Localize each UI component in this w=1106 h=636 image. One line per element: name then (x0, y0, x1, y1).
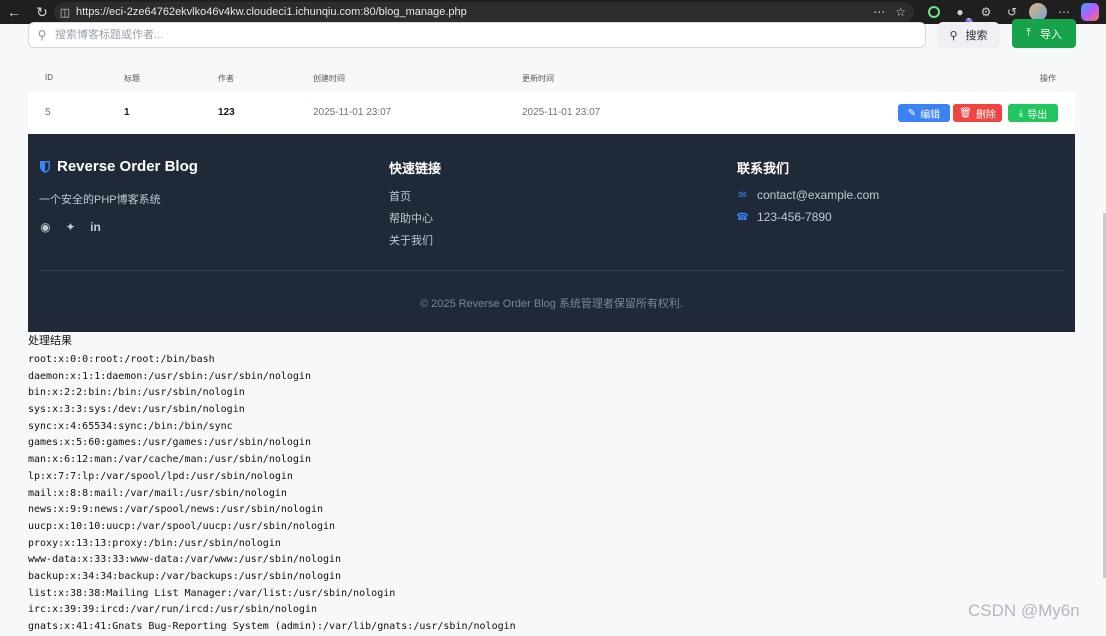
search-button-label: 搜索 (965, 30, 988, 42)
table-header: ID 标题 作者 创建时间 更新时间 操作 (28, 64, 1075, 92)
linkedin-icon[interactable]: in (89, 220, 102, 234)
contact-phone[interactable]: ☎ 123-456-7890 (736, 210, 832, 224)
delete-button[interactable]: 🗑 删除 (953, 104, 1002, 122)
result-line: proxy:x:13:13:proxy:/bin:/usr/sbin/nolog… (28, 537, 281, 549)
watermark: CSDN @My6n (968, 601, 1080, 620)
table-row: 5 1 123 2025-11-01 23:07 2025-11-01 23:0… (28, 92, 1075, 134)
trash-icon: 🗑 (959, 107, 972, 119)
result-line: news:x:9:9:news:/var/spool/news:/usr/sbi… (28, 504, 324, 516)
export-button[interactable]: ⤓ 导出 (1008, 104, 1058, 122)
upload-icon: ⤒ (1026, 27, 1031, 39)
result-line: backup:x:34:34:backup:/var/backups:/usr/… (28, 570, 342, 582)
envelope-icon: ✉ (738, 189, 747, 201)
more-tools-icon[interactable]: ⋯ (873, 5, 885, 19)
import-button-label: 导入 (1039, 28, 1062, 41)
edit-button-label: 编辑 (920, 109, 941, 121)
footer-link-help[interactable]: 帮助中心 (389, 210, 433, 226)
footer-link-home[interactable]: 首页 (389, 188, 411, 204)
blog-table: ID 标题 作者 创建时间 更新时间 操作 5 1 123 2025-11-01… (28, 64, 1075, 134)
contact-email[interactable]: ✉ contact@example.com (737, 188, 879, 202)
result-line: irc:x:39:39:ircd:/var/run/ircd:/usr/sbin… (28, 604, 317, 616)
phone-text: 123-456-7890 (757, 210, 832, 224)
site-info-icon[interactable]: ◫ (54, 6, 76, 19)
github-icon[interactable]: ◉ (39, 220, 52, 234)
social-links: ◉ ✦ in (39, 220, 102, 234)
copyright-text: © 2025 Reverse Order Blog 系统管理者保留所有权利. (419, 298, 683, 310)
search-row: ⚲ ⚲ 搜索 ⤒ 导入 (28, 19, 1076, 48)
extensions-puzzle-icon[interactable]: ⚙ (976, 2, 996, 22)
search-icon: ⚲ (37, 28, 47, 42)
result-line: games:x:5:60:games:/usr/games:/usr/sbin/… (28, 437, 311, 449)
extension-badge-icon[interactable]: ●5 (950, 2, 973, 25)
extension-ring-icon[interactable] (924, 2, 944, 22)
cell-title: 1 (124, 107, 130, 118)
cell-created: 2025-11-01 23:07 (313, 107, 392, 118)
footer-divider (39, 270, 1064, 271)
browser-toolbar: ← ↻ ◫ https://eci-2ze64762ekvlko46v4kw.c… (0, 0, 1106, 25)
address-bar[interactable]: ◫ https://eci-2ze64762ekvlko46v4kw.cloud… (54, 2, 914, 22)
result-line: bin:x:2:2:bin:/bin:/usr/sbin/nologin (28, 387, 245, 399)
magnifier-icon: ⚲ (949, 29, 958, 42)
result-line: root:x:0:0:root:/root:/bin/bash (28, 354, 215, 365)
pencil-icon: ✎ (907, 107, 917, 119)
result-line: lp:x:7:7:lp:/var/spool/lpd:/usr/sbin/nol… (28, 470, 293, 482)
export-button-label: 导出 (1027, 109, 1048, 121)
cell-updated: 2025-11-01 23:07 (522, 107, 601, 118)
phone-icon: ☎ (736, 211, 749, 223)
footer-brand: Reverse Order Blog (39, 158, 198, 175)
header-updated: 更新时间 (522, 74, 554, 83)
back-icon[interactable]: ← (0, 0, 28, 24)
footer-tagline: 一个安全的PHP博客系统 (39, 194, 161, 206)
header-actions: 操作 (1040, 74, 1056, 83)
result-line: sync:x:4:65534:sync:/bin:/bin/sync (28, 420, 233, 432)
contact-title: 联系我们 (737, 161, 790, 176)
shield-icon (40, 160, 50, 173)
reload-icon[interactable]: ↻ (28, 0, 56, 24)
delete-button-label: 删除 (975, 109, 996, 121)
url-text[interactable]: https://eci-2ze64762ekvlko46v4kw.cloudec… (76, 6, 467, 18)
result-line: sys:x:3:3:sys:/dev:/usr/sbin/nologin (28, 404, 245, 416)
quick-links-title: 快速链接 (389, 161, 442, 176)
twitter-icon[interactable]: ✦ (64, 220, 77, 234)
result-lines: root:x:0:0:root:/root:/bin/bash daemon:x:… (28, 352, 1078, 636)
result-line: list:x:38:38:Mailing List Manager:/var/l… (28, 587, 396, 599)
import-button[interactable]: ⤒ 导入 (1012, 19, 1076, 48)
search-box[interactable]: ⚲ (28, 22, 926, 48)
download-icon: ⤓ (1018, 107, 1024, 119)
result-panel: 处理结果 root:x:0:0:root:/root:/bin/bash daem… (28, 334, 1078, 636)
star-icon[interactable]: ☆ (895, 5, 906, 19)
result-line: daemon:x:1:1:daemon:/usr/sbin:/usr/sbin/… (28, 370, 311, 382)
header-created: 创建时间 (313, 74, 345, 83)
result-line: mail:x:8:8:mail:/var/mail:/usr/sbin/nolo… (28, 487, 287, 499)
site-footer: Reverse Order Blog 一个安全的PHP博客系统 ◉ ✦ in 快… (28, 134, 1075, 332)
result-line: uucp:x:10:10:uucp:/var/spool/uucp:/usr/s… (28, 520, 336, 532)
result-line: man:x:6:12:man:/var/cache/man:/usr/sbin/… (28, 454, 311, 466)
copilot-icon[interactable] (1080, 2, 1100, 22)
header-author: 作者 (218, 74, 234, 83)
result-line: gnats:x:41:41:Gnats Bug-Reporting System… (28, 621, 516, 632)
result-title: 处理结果 (28, 335, 72, 347)
header-title: 标题 (124, 74, 140, 83)
edit-button[interactable]: ✎ 编辑 (898, 104, 950, 122)
email-text: contact@example.com (757, 188, 880, 202)
cell-id: 5 (45, 107, 51, 118)
search-button[interactable]: ⚲ 搜索 (937, 22, 1000, 48)
footer-link-about[interactable]: 关于我们 (389, 232, 433, 248)
search-input[interactable] (55, 29, 915, 41)
cell-author: 123 (218, 107, 235, 118)
header-id: ID (45, 73, 53, 82)
result-line: www-data:x:33:33:www-data:/var/www:/usr/… (28, 554, 342, 566)
brand-name: Reverse Order Blog (57, 158, 198, 175)
